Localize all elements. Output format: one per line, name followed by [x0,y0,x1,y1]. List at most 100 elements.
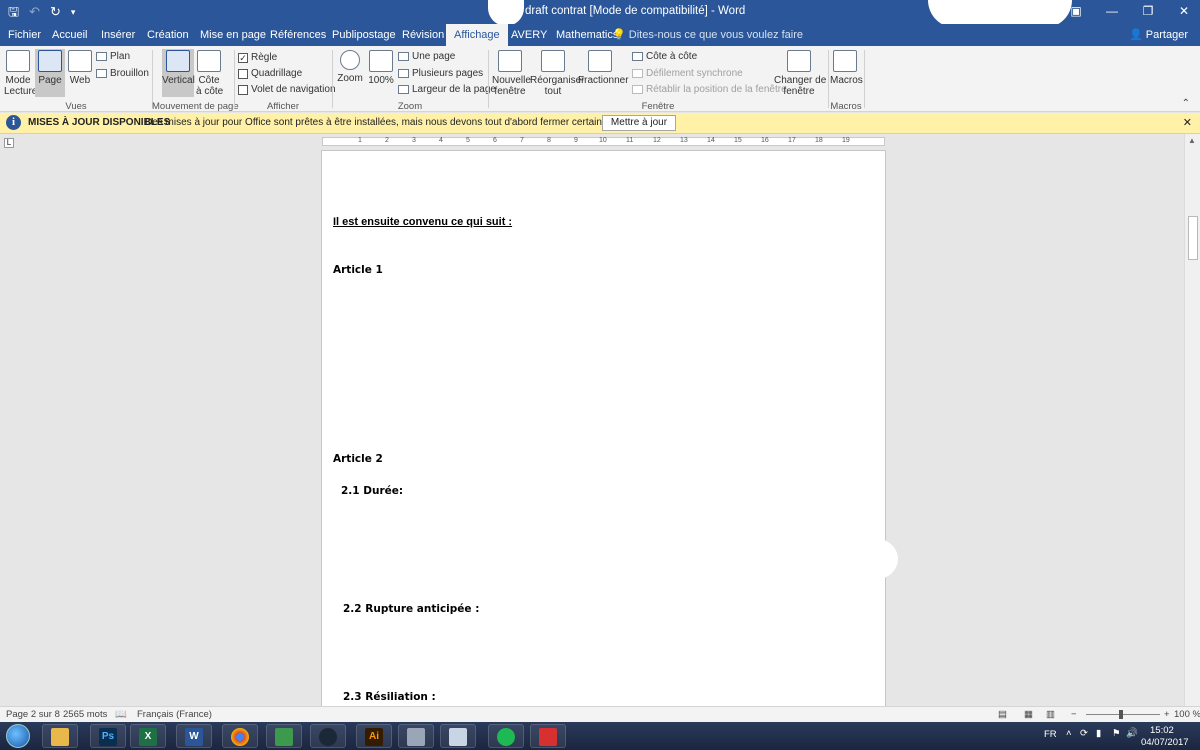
taskbar-word[interactable]: W [176,724,212,748]
tab-publipostage[interactable]: Publipostage [324,24,404,46]
tray-sync-icon[interactable]: ⟳ [1080,728,1088,739]
zoom-100-label: 100% [368,75,394,86]
heading-2-1: 2.1 Durée: [341,485,404,497]
zoom-100-button[interactable]: 100% [368,50,394,86]
word-count[interactable]: 2565 mots [63,709,107,720]
tab-fichier[interactable]: Fichier [0,24,49,46]
checkbox-checked-icon: ✓ [238,52,248,63]
language-status[interactable]: Français (France) [137,709,212,720]
nouvelle-fenetre-button[interactable]: Nouvelle fenêtre [492,50,531,97]
tray-time[interactable]: 15:02 [1150,725,1174,736]
window-title: draft contrat [Mode de compatibilité] - … [525,5,746,17]
close-icon[interactable]: ✕ [1183,116,1192,129]
tab-inserer[interactable]: Insérer [93,24,143,46]
une-page-button[interactable]: Une page [398,51,455,62]
update-button[interactable]: Mettre à jour [602,115,676,131]
web-layout-status-icon[interactable]: ▥ [1046,709,1055,720]
save-icon[interactable]: 🖫 [8,3,19,21]
redaction-blob [488,0,524,26]
largeur-page-button[interactable]: Largeur de la page [398,84,496,95]
customize-qat-icon[interactable]: ▾ [71,3,76,21]
restore-icon[interactable]: ❐ [1140,3,1156,19]
heading-article-2: Article 2 [333,453,383,465]
tray-language[interactable]: FR [1044,729,1057,740]
tray-network-icon[interactable]: ▮ [1096,728,1101,739]
scroll-up-icon[interactable]: ▲ [1188,136,1196,145]
new-window-icon [498,50,522,72]
tab-selector-icon[interactable]: L [4,138,14,148]
taskbar-illustrator[interactable]: Ai [356,724,392,748]
ribbon-tabs: Fichier Accueil Insérer Création Mise en… [0,24,1200,46]
redo-icon[interactable]: ↻ [50,3,61,21]
print-layout-status-icon[interactable]: ▦ [1024,709,1033,720]
split-icon [588,50,612,72]
cote-a-cote-button[interactable]: Côte à côte [196,50,223,97]
taskbar-excel[interactable]: X [130,724,166,748]
minimize-icon[interactable]: — [1104,3,1120,19]
zoom-button[interactable]: Zoom [337,50,363,84]
plusieurs-pages-button[interactable]: Plusieurs pages [398,68,483,79]
read-mode-status-icon[interactable]: ▤ [998,709,1007,720]
tray-date[interactable]: 04/07/2017 [1141,737,1189,748]
mode-lecture-label: Mode Lecture [4,75,38,97]
document-page[interactable]: Il est ensuite convenu ce qui suit : Art… [321,150,886,710]
vertical-button[interactable]: Vertical [162,49,195,97]
tell-me-box[interactable]: 💡 Dites-nous ce que vous voulez faire [612,24,803,46]
collapse-ribbon-icon[interactable]: ⌃ [1182,98,1190,109]
close-icon[interactable]: ✕ [1176,3,1192,19]
tab-creation[interactable]: Création [139,24,197,46]
undo-icon[interactable]: ↶ [29,3,40,21]
proofing-icon[interactable]: 📖 [115,709,127,720]
zoom-100-icon [369,50,393,72]
tab-revision[interactable]: Révision [394,24,452,46]
windows-start-icon[interactable] [6,724,30,748]
calculator-icon [449,728,467,746]
quadrillage-checkbox[interactable]: Quadrillage [238,68,302,79]
page-view-button[interactable]: Page [35,49,65,97]
vertical-scrollbar[interactable]: ▲ [1184,134,1200,706]
zoom-slider-knob[interactable] [1119,710,1123,719]
fractionner-button[interactable]: Fractionner [578,50,629,86]
changer-fenetre-label: Changer de fenêtre [774,75,827,97]
taskbar-app-3[interactable] [530,724,566,748]
reorganiser-tout-button[interactable]: Réorganiser tout [530,50,584,97]
web-view-button[interactable]: Web [68,50,92,86]
taskbar-spotify[interactable] [488,724,524,748]
scroll-thumb[interactable] [1188,216,1198,260]
volet-label: Volet de navigation [251,84,336,95]
zoom-out-icon[interactable]: − [1071,709,1077,720]
tray-volume-icon[interactable]: 🔊 [1126,728,1138,739]
volet-navigation-checkbox[interactable]: Volet de navigation [238,84,336,95]
plan-label: Plan [110,51,131,62]
zoom-slider[interactable] [1086,710,1160,719]
tab-accueil[interactable]: Accueil [44,24,95,46]
taskbar-steam[interactable] [310,724,346,748]
changer-fenetre-button[interactable]: Changer de fenêtre [774,50,827,97]
magnifier-icon [340,50,360,70]
zoom-in-icon[interactable]: + [1164,709,1170,720]
mode-lecture-button[interactable]: Mode Lecture [4,50,38,97]
cote-a-cote-small-button[interactable]: Côte à côte [632,51,697,62]
tab-affichage[interactable]: Affichage [446,24,508,46]
taskbar-calculator[interactable] [440,724,476,748]
defilement-label: Défilement synchrone [646,68,743,79]
horizontal-ruler[interactable]: 123 456 789 10 11 12 13 14 15 16 17 18 19 [322,137,885,146]
plan-button[interactable]: Plan [96,51,130,62]
share-button[interactable]: 👤 Partager [1129,24,1188,46]
defilement-synchrone-button: Défilement synchrone [632,68,743,79]
brouillon-button[interactable]: Brouillon [96,68,149,79]
page-count[interactable]: Page 2 sur 8 [6,709,60,720]
taskbar-photoshop[interactable]: Ps [90,724,126,748]
taskbar-app[interactable] [266,724,302,748]
tray-chevron-icon[interactable]: ˄ [1066,728,1072,739]
taskbar-explorer[interactable] [42,724,78,748]
group-zoom: Zoom [397,101,423,112]
zoom-level[interactable]: 100 % [1174,709,1200,720]
taskbar-chrome[interactable] [222,724,258,748]
ribbon-display-icon[interactable]: ▣ [1068,3,1084,19]
regle-checkbox[interactable]: ✓ Règle [238,52,277,63]
tray-flag-icon[interactable]: ⚑ [1112,728,1121,739]
page-view-label: Page [38,75,62,86]
macros-button[interactable]: Macros [830,50,863,86]
taskbar-app-2[interactable] [398,724,434,748]
